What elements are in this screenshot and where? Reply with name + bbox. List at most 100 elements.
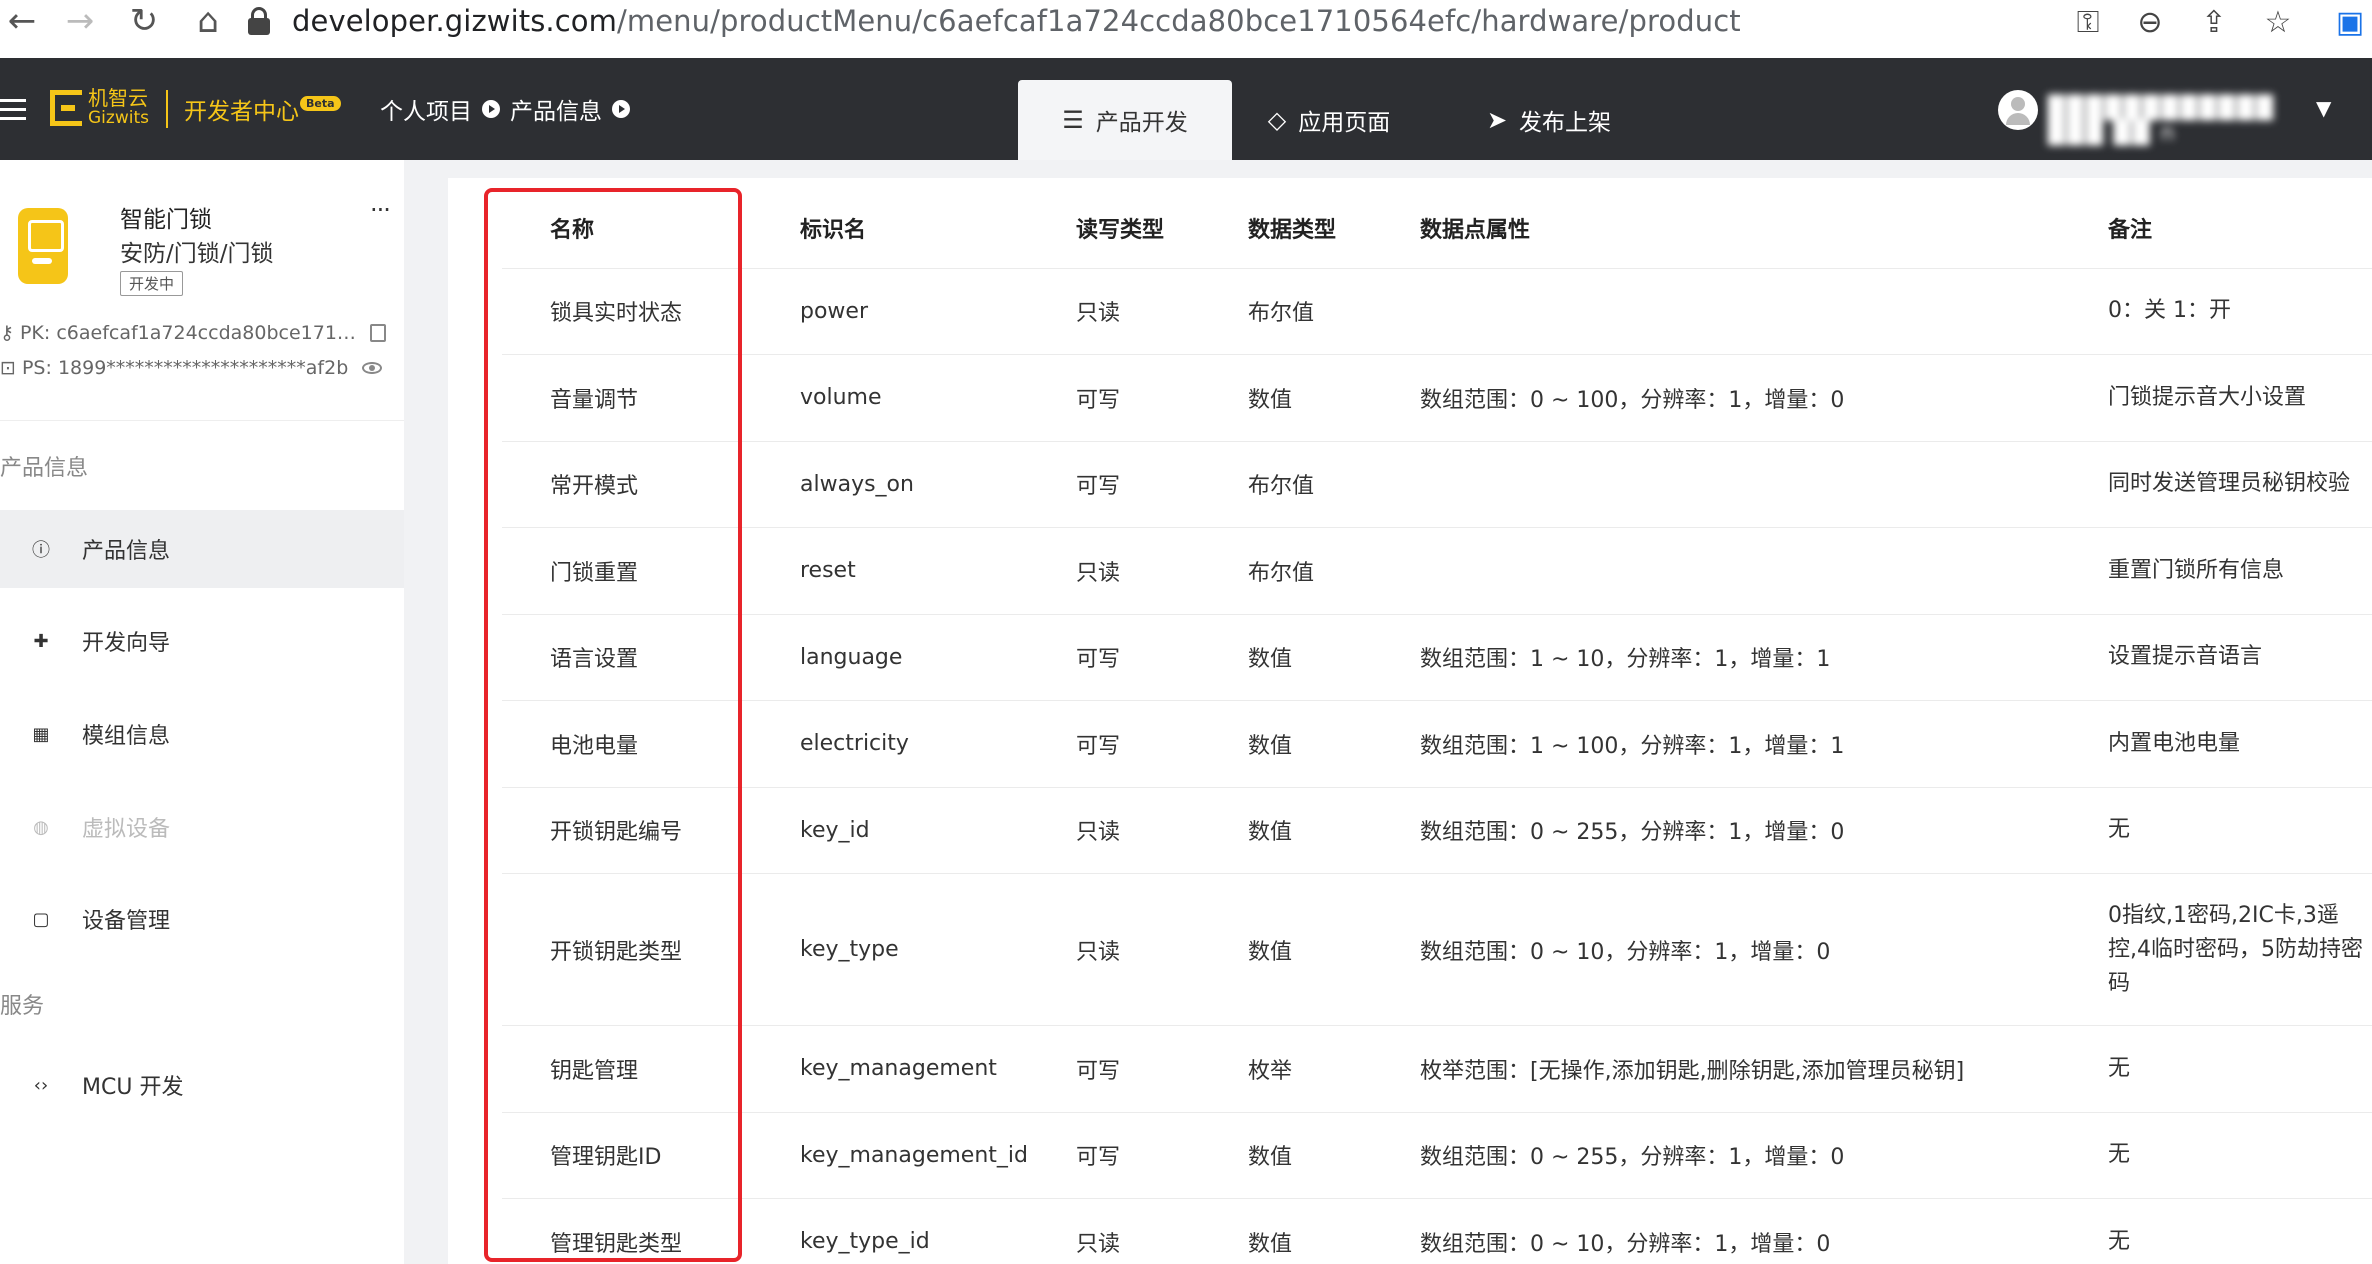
browser-toolbar: ← → ↻ ⌂ developer.gizwits.com/menu/produ… <box>0 0 2372 58</box>
table-body: 锁具实时状态 power 只读 布尔值 0：关 1：开 音量调节 volume 可写 数值 数组范… <box>502 268 2372 1264</box>
tab-publish[interactable]: ➤ 发布上架 <box>1474 80 1624 160</box>
table-cell: 数组范围：0 ~ 255，分辨率：1，增量：0 <box>1372 1112 2060 1199</box>
more-icon[interactable]: ··· <box>370 196 391 224</box>
forward-icon[interactable]: → <box>58 0 102 42</box>
column-header: 标识名 <box>752 188 1028 269</box>
table-cell: 数值 <box>1200 354 1372 442</box>
table-cell: 可写 <box>1028 354 1200 442</box>
table-cell: 无 <box>2060 787 2372 874</box>
eye-icon[interactable] <box>362 362 382 374</box>
table-cell: 可写 <box>1028 1112 1200 1199</box>
reload-icon[interactable]: ↻ <box>122 0 166 42</box>
table-cell: always_on <box>752 441 1028 528</box>
avatar[interactable] <box>1998 90 2038 130</box>
pk-label: PK: <box>19 322 51 344</box>
table-cell: key_management <box>752 1025 1028 1113</box>
table-cell: 布尔值 <box>1200 268 1372 355</box>
gizwits-logo[interactable]: 机智云 Gizwits <box>50 88 149 128</box>
table-row: 常开模式 always_on 可写 布尔值 同时发送管理员秘钥校验 <box>502 441 2372 528</box>
table-cell: 内置电池电量 <box>2060 700 2372 788</box>
section-service: 服务 <box>0 994 45 1019</box>
table-cell: 数值 <box>1200 614 1372 701</box>
table-cell: 枚举范围：[无操作,添加钥匙,删除钥匙,添加管理员秘钥] <box>1372 1025 2060 1113</box>
table-cell: reset <box>752 527 1028 615</box>
table-cell: 无 <box>2060 1112 2372 1199</box>
column-header: 读写类型 <box>1028 188 1200 269</box>
table-cell: 同时发送管理员秘钥校验 <box>2060 441 2372 528</box>
key-small-icon: ⚷ <box>0 322 14 344</box>
share-icon[interactable]: ⇪ <box>2194 2 2234 42</box>
zoom-icon[interactable]: ⊖ <box>2130 2 2170 42</box>
virtual-device-icon: ◍ <box>33 816 49 838</box>
logo-cn: 机智云 <box>88 86 148 110</box>
table-cell: power <box>752 268 1028 355</box>
table-cell: 无 <box>2060 1025 2372 1113</box>
table-cell: 数值 <box>1200 1112 1372 1199</box>
signpost-icon: ✚ <box>33 630 49 652</box>
tab-app-pages[interactable]: ◇ 应用页面 <box>1254 80 1404 160</box>
sidebar-item-virtual-device[interactable]: ◍ 虚拟设备 <box>0 788 404 866</box>
dev-center-link[interactable]: 开发者中心 <box>184 92 299 126</box>
table-cell: key_type_id <box>752 1198 1028 1264</box>
table-cell: 开锁钥匙编号 <box>502 787 752 874</box>
breadcrumb-arrow-icon <box>482 100 500 118</box>
username[interactable]: ████████████ ███ ██ n <box>2048 96 2298 146</box>
tab-product-dev[interactable]: ☰ 产品开发 <box>1018 80 1232 160</box>
table-cell: 电池电量 <box>502 700 752 788</box>
ps-row: ⊡ PS: 1899*********************af2b <box>0 357 348 379</box>
table-cell: 只读 <box>1028 787 1200 874</box>
url-text: developer.gizwits.com/menu/productMenu/c… <box>292 4 1741 38</box>
sidebar-item-dev-guide[interactable]: ✚ 开发向导 <box>0 602 404 680</box>
table-cell: 可写 <box>1028 1025 1200 1113</box>
ps-value: 1899*********************af2b <box>57 357 349 379</box>
diamond-icon: ◇ <box>1267 106 1287 134</box>
breadcrumb-project[interactable]: 个人项目 <box>380 92 472 126</box>
screen: { "browser": { "url_host": "developer.gi… <box>0 0 2372 1264</box>
table-row: 管理钥匙类型 key_type_id 只读 数值 数组范围：0 ~ 10，分辨率：1，增… <box>502 1198 2372 1264</box>
code-icon: ‹› <box>33 1074 49 1096</box>
table-cell: 常开模式 <box>502 441 752 528</box>
caret-down-icon[interactable]: ▼ <box>2316 96 2331 120</box>
sidebar-item-module-info[interactable]: ▦ 模组信息 <box>0 695 404 773</box>
table-cell: 门锁重置 <box>502 527 752 615</box>
copy-icon[interactable] <box>370 324 386 342</box>
table-cell: 重置门锁所有信息 <box>2060 527 2372 615</box>
menu-icon[interactable] <box>0 99 26 120</box>
extension-icon[interactable]: ▣ <box>2330 2 2370 42</box>
table-row: 管理钥匙ID key_management_id 可写 数值 数组范围：0 ~ 255，… <box>502 1112 2372 1199</box>
table-cell: 数组范围：1 ~ 100，分辨率：1，增量：1 <box>1372 700 2060 788</box>
home-icon[interactable]: ⌂ <box>186 0 230 42</box>
table-cell: 钥匙管理 <box>502 1025 752 1113</box>
logo-mark-icon <box>50 90 82 126</box>
table-cell: 只读 <box>1028 873 1200 1026</box>
table-cell: 语言设置 <box>502 614 752 701</box>
send-icon: ➤ <box>1486 106 1508 134</box>
product-category: 安防/门锁/门锁 <box>120 241 274 267</box>
grid-icon: ▦ <box>32 723 50 745</box>
column-header: 备注 <box>2060 188 2372 269</box>
table-cell: 管理钥匙ID <box>502 1112 752 1199</box>
breadcrumb-arrow-icon <box>612 100 630 118</box>
sidebar-item-device-mgmt[interactable]: ▢ 设备管理 <box>0 880 404 958</box>
address-bar[interactable]: developer.gizwits.com/menu/productMenu/c… <box>248 0 2198 42</box>
table-row: 电池电量 electricity 可写 数值 数组范围：1 ~ 100，分辨率：1，增量… <box>502 700 2372 788</box>
breadcrumb-product-info[interactable]: 产品信息 <box>510 92 602 126</box>
sidebar-item-mcu-dev[interactable]: ‹› MCU 开发 <box>0 1046 404 1124</box>
table-cell: 0指纹,1密码,2IC卡,3遥控,4临时密码，5防劫持密码 <box>2060 873 2372 1026</box>
table-cell <box>1372 527 2060 615</box>
table-cell: language <box>752 614 1028 701</box>
table-cell: 数组范围：0 ~ 100，分辨率：1，增量：0 <box>1372 354 2060 442</box>
clipboard-icon: ▢ <box>32 908 50 930</box>
table-cell: 只读 <box>1028 1198 1200 1264</box>
table-cell: 数组范围：1 ~ 10，分辨率：1，增量：1 <box>1372 614 2060 701</box>
key-icon[interactable]: ⚿ <box>2068 2 2108 42</box>
table-cell: 布尔值 <box>1200 441 1372 528</box>
sidebar-item-product-info[interactable]: ⓘ 产品信息 <box>0 510 404 588</box>
table-cell: 开锁钥匙类型 <box>502 873 752 1026</box>
back-icon[interactable]: ← <box>0 0 44 42</box>
bookmark-star-icon[interactable]: ☆ <box>2258 2 2298 42</box>
table-cell: 数组范围：0 ~ 10，分辨率：1，增量：0 <box>1372 1198 2060 1264</box>
info-icon: ⓘ <box>32 540 50 561</box>
table-cell: 数值 <box>1200 787 1372 874</box>
table-cell: 可写 <box>1028 441 1200 528</box>
